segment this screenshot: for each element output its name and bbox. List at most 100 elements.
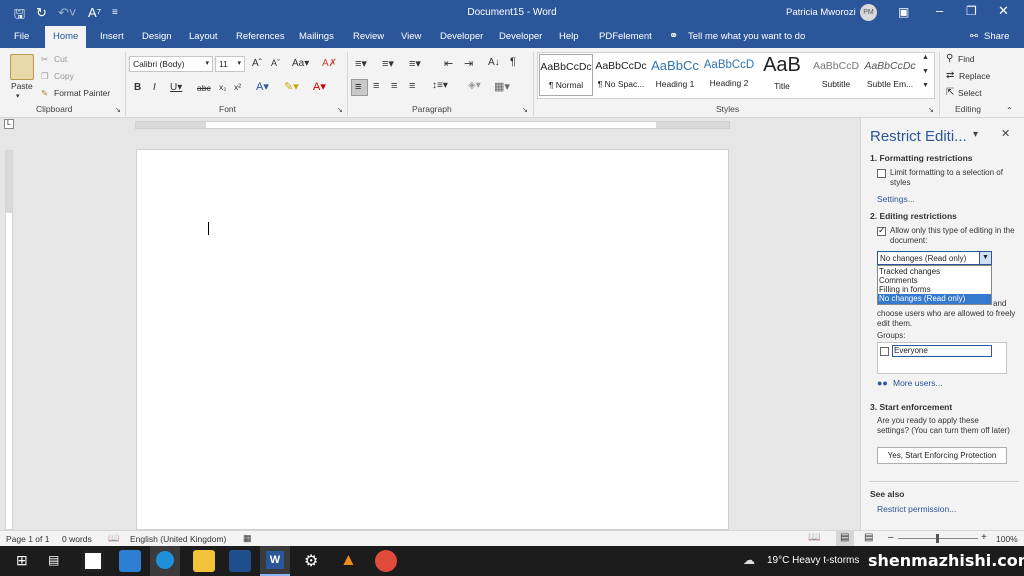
print-layout-button[interactable]: ▤	[836, 531, 854, 546]
align-left-button[interactable]: ≡	[351, 79, 368, 96]
start-enforcing-button[interactable]: Yes, Start Enforcing Protection	[877, 447, 1007, 464]
style-heading-1[interactable]: AaBbCc Heading 1	[648, 54, 702, 96]
sort-icon[interactable]: A↓	[488, 57, 500, 68]
paste-dropdown-icon[interactable]: ▾	[16, 92, 20, 100]
edge-icon[interactable]	[150, 546, 180, 576]
bold-icon[interactable]: B	[134, 82, 141, 93]
limit-formatting-checkbox[interactable]	[877, 169, 886, 178]
tab-view[interactable]: View	[401, 31, 421, 42]
zoom-in-icon[interactable]: +	[981, 532, 987, 543]
format-painter-button[interactable]: Format Painter	[54, 88, 110, 98]
zoom-slider-thumb[interactable]	[936, 534, 939, 543]
style-subtle-emphasis[interactable]: AaBbCcDc Subtle Em...	[863, 54, 917, 96]
numbering-icon[interactable]: ≡▾	[382, 57, 394, 70]
chevron-down-icon[interactable]: ▼	[979, 252, 991, 264]
tab-design[interactable]: Design	[142, 31, 172, 42]
horizontal-ruler[interactable]	[135, 121, 730, 129]
web-layout-icon[interactable]: ▤	[864, 532, 873, 543]
user-name[interactable]: Patricia Mworozi	[786, 7, 856, 18]
pane-close-icon[interactable]: ✕	[1001, 127, 1010, 140]
weather-text[interactable]: 19°C Heavy t-storms	[767, 555, 859, 566]
align-center-icon[interactable]: ≡	[373, 80, 379, 92]
document-page[interactable]	[136, 149, 729, 530]
tab-developer-2[interactable]: Developer	[499, 31, 542, 42]
font-size-select[interactable]: 11 ▾	[215, 56, 245, 72]
read-mode-icon[interactable]: 📖	[808, 532, 820, 543]
pane-options-icon[interactable]: ▾	[973, 129, 978, 140]
minimize-icon[interactable]: –	[936, 3, 943, 18]
font-launcher-icon[interactable]: ↘	[337, 106, 343, 114]
calculator-icon[interactable]	[229, 550, 251, 572]
line-spacing-icon[interactable]: ↕≡▾	[432, 80, 448, 91]
align-right-icon[interactable]: ≡	[391, 80, 397, 92]
everyone-label[interactable]: Everyone	[892, 345, 992, 357]
vlc-icon[interactable]: ▲	[340, 550, 357, 570]
subscript-icon[interactable]: x₂	[219, 82, 227, 92]
settings-gear-icon[interactable]: ⚙	[304, 551, 318, 571]
option-no-changes[interactable]: No changes (Read only)	[878, 294, 991, 304]
strikethrough-icon[interactable]: abc	[197, 83, 211, 93]
tab-pdfelement[interactable]: PDFelement	[599, 31, 652, 42]
more-users-link[interactable]: More users...	[893, 378, 943, 388]
highlight-icon[interactable]: ✎▾	[284, 80, 299, 93]
italic-icon[interactable]: I	[153, 82, 156, 93]
tab-insert[interactable]: Insert	[100, 31, 124, 42]
proofing-icon[interactable]: 📖	[108, 533, 119, 544]
underline-icon[interactable]: U▾	[170, 82, 182, 93]
style-title[interactable]: AaB Title	[755, 54, 809, 96]
styles-launcher-icon[interactable]: ↘	[928, 106, 934, 114]
borders-icon[interactable]: ▦▾	[494, 80, 510, 93]
tell-me-search[interactable]: Tell me what you want to do	[688, 31, 805, 42]
clipboard-icon[interactable]	[10, 54, 34, 80]
bullets-icon[interactable]: ≡▾	[355, 57, 367, 70]
font-name-select[interactable]: Calibri (Body) ▾	[129, 56, 213, 72]
style-heading-2[interactable]: AaBbCcD Heading 2	[702, 54, 756, 96]
shading-icon[interactable]: ◈▾	[468, 80, 481, 91]
everyone-checkbox[interactable]	[880, 347, 889, 356]
page-count[interactable]: Page 1 of 1	[6, 534, 49, 544]
word-taskbar-icon[interactable]: W	[260, 546, 290, 576]
decrease-indent-icon[interactable]: ⇤	[444, 57, 453, 70]
tab-mailings[interactable]: Mailings	[299, 31, 334, 42]
find-button[interactable]: Find	[958, 54, 975, 64]
task-view-icon[interactable]: ▤	[48, 553, 59, 567]
restrict-permission-link[interactable]: Restrict permission...	[877, 504, 956, 514]
vertical-ruler[interactable]	[5, 150, 13, 530]
option-comments[interactable]: Comments	[879, 276, 918, 285]
collapse-ribbon-icon[interactable]: ⌃	[1006, 106, 1013, 115]
copy-button[interactable]: Copy	[54, 71, 74, 81]
style-subtitle[interactable]: AaBbCcD Subtitle	[809, 54, 863, 96]
tab-home[interactable]: Home	[45, 26, 87, 48]
font-color-icon[interactable]: A▾	[313, 80, 326, 93]
tab-help[interactable]: Help	[559, 31, 579, 42]
option-filling-in-forms[interactable]: Filling in forms	[879, 285, 931, 294]
text-effects-icon[interactable]: A▾	[256, 80, 269, 93]
ribbon-display-icon[interactable]: ▣	[898, 5, 909, 19]
mail-icon[interactable]	[119, 550, 141, 572]
tab-file[interactable]: File	[14, 31, 29, 42]
file-explorer-icon[interactable]	[193, 550, 215, 572]
tab-review[interactable]: Review	[353, 31, 384, 42]
change-case-icon[interactable]: Aa▾	[292, 58, 309, 69]
cut-icon[interactable]: ✂	[41, 54, 48, 65]
windows-start-icon[interactable]: ⊞	[16, 552, 28, 569]
shrink-font-icon[interactable]: Aˇ	[271, 58, 280, 68]
settings-link[interactable]: Settings...	[877, 194, 915, 204]
zoom-out-icon[interactable]: –	[888, 532, 894, 543]
allow-editing-checkbox[interactable]: ✓	[877, 225, 886, 236]
option-tracked-changes[interactable]: Tracked changes	[879, 267, 940, 276]
styles-scroll-down-icon[interactable]: ▼	[922, 68, 929, 75]
zoom-level[interactable]: 100%	[996, 534, 1018, 544]
chrome-icon[interactable]	[375, 550, 397, 572]
cut-button[interactable]: Cut	[54, 54, 67, 64]
style-no-spacing[interactable]: AaBbCcDc ¶ No Spac...	[594, 54, 648, 96]
styles-scroll-up-icon[interactable]: ▲	[922, 54, 929, 61]
store-icon[interactable]	[82, 550, 104, 572]
tab-developer[interactable]: Developer	[440, 31, 483, 42]
tab-selector-icon[interactable]: L	[4, 119, 14, 129]
tab-layout[interactable]: Layout	[189, 31, 218, 42]
grow-font-icon[interactable]: Aˆ	[252, 58, 262, 69]
replace-icon[interactable]: ⇄	[946, 70, 954, 81]
multilevel-list-icon[interactable]: ≡▾	[409, 57, 421, 70]
editing-type-select[interactable]: No changes (Read only) ▼	[877, 251, 992, 265]
